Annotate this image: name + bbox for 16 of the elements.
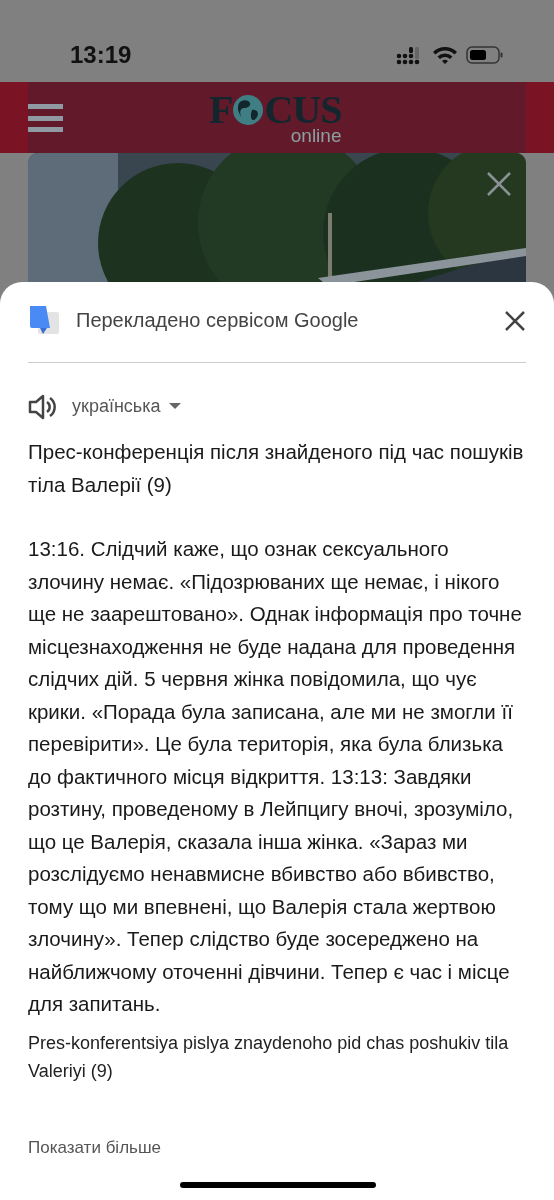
- sheet-title: Перекладено сервісом Google: [76, 308, 360, 333]
- translated-headline: Прес-конференція після знайденого під час пошуків тіла Валерії (9): [28, 439, 525, 498]
- show-more-link[interactable]: Показати більше: [28, 1137, 161, 1157]
- menu-icon[interactable]: [28, 103, 63, 132]
- translated-body: 13:16. Слідчий каже, що ознак сексуального злочину немає. «Підозрюваних ще немає, і нікого ще не заарештовано». Однак інформація про точне місцезнаходження не буде надана для проведення слідчих дій. 5 червня жінка повідомила, що чує крики. «Порада була записана, але ми не змогли її перевірити». Це була територія, яка була близька до фактичного місця відкриття. 13:13: Завдяки розтину, проведеному в Лейпцигу вночі, зрозуміло, що це Валерія, сказала інша жінка. «Зараз ми розслідуємо ненавмисне вбивство або вбивство, тому що ми впевнені, що Валерія стала жертвою злочину». Тепер слідство буде зосереджено на найближчому оточенні дівчини. Тепер є час і місце для запитань.: [28, 536, 523, 1017]
- site-logo[interactable]: F CUS online: [209, 90, 342, 145]
- close-button[interactable]: [486, 171, 512, 197]
- transliteration-text: Pres-konferentsiya pislya znaydenoho pid chas poshukiv tila Valeriyi (9): [28, 1031, 510, 1083]
- battery-icon: [466, 45, 504, 65]
- speaker-icon[interactable]: [28, 393, 56, 420]
- caret-icon: [168, 403, 181, 410]
- close-button[interactable]: [504, 308, 526, 332]
- translate-icon: [28, 304, 60, 336]
- wifi-icon: [432, 45, 458, 65]
- status-time: 13:19: [70, 40, 132, 70]
- language-dropdown[interactable]: українська: [72, 393, 181, 420]
